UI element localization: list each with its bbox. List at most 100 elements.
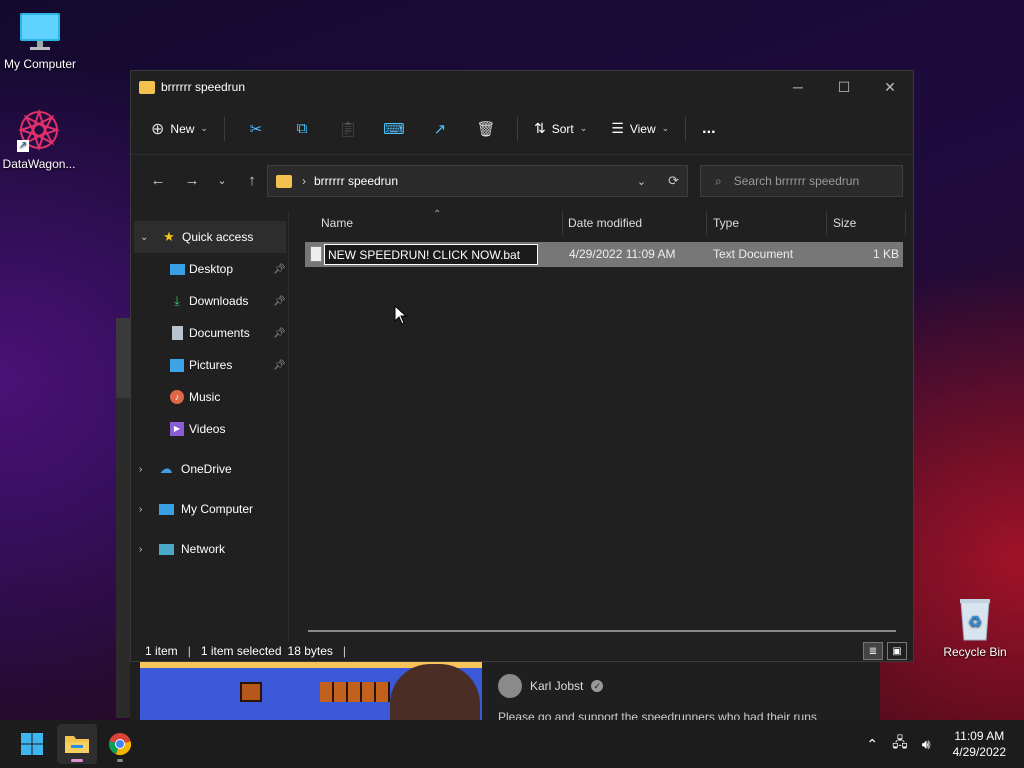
view-button[interactable]: ☰ View ⌄ (603, 114, 677, 143)
title-bar[interactable]: brrrrrr speedrun ─ ☐ ✕ (131, 71, 913, 103)
chevron-right-icon[interactable]: › (139, 464, 142, 475)
column-label: Date modified (568, 216, 643, 230)
desktop-icon-label: DataWagon... (2, 157, 76, 171)
details-view-icon[interactable]: ≣ (863, 642, 883, 660)
chevron-down-icon: ⌄ (200, 123, 208, 133)
copy-button[interactable]: ⧉ (286, 113, 318, 145)
up-button[interactable]: ↑ (235, 165, 269, 195)
desktop-icon-my-computer[interactable]: My Computer (0, 10, 80, 71)
search-placeholder: Search brrrrrr speedrun (733, 174, 860, 188)
desktop-icon-label: Recycle Bin (943, 645, 1007, 659)
navigation-pane: ⌄ ★ Quick access Desktop 📌︎ ⤓ Downloads … (131, 211, 289, 641)
minimize-button[interactable]: ─ (775, 71, 821, 103)
sidebar-item-network[interactable]: › Network (131, 533, 289, 565)
chevron-down-icon: ⌄ (661, 123, 670, 133)
horizontal-scrollbar[interactable] (308, 630, 896, 632)
channel-name[interactable]: Karl Jobst (530, 679, 583, 693)
star-icon: ★ (163, 229, 175, 244)
chevron-down-icon: ⌄ (217, 174, 227, 187)
column-header-date[interactable]: Date modified (568, 211, 706, 235)
selection-count: 1 item selected (200, 644, 282, 658)
pin-icon[interactable]: 📌︎ (273, 296, 286, 307)
plus-circle-icon: ⊕ (151, 120, 165, 138)
sidebar-item-desktop[interactable]: Desktop 📌︎ (131, 253, 289, 285)
network-icon[interactable]: 🖧︎ (892, 732, 908, 756)
maximize-button[interactable]: ☐ (821, 71, 867, 103)
new-label: New (170, 121, 195, 136)
sidebar-item-pictures[interactable]: Pictures 📌︎ (131, 349, 289, 381)
video-thumbnail[interactable] (140, 662, 482, 720)
active-indicator (71, 759, 83, 762)
recent-locations-button[interactable]: ⌄ (209, 165, 235, 195)
chevron-right-icon: › (302, 174, 306, 188)
sidebar-item-quick-access[interactable]: ⌄ ★ Quick access (134, 221, 286, 253)
view-label: View (629, 121, 656, 136)
sort-label: Sort (551, 121, 574, 136)
column-label: Name (321, 216, 354, 230)
taskbar-file-explorer[interactable] (57, 724, 97, 764)
chevron-up-icon[interactable]: ⌃ (866, 736, 878, 753)
back-button[interactable]: ← (141, 165, 175, 195)
rename-button[interactable]: ⌨ (378, 113, 410, 145)
cloud-icon: ☁ (159, 461, 173, 476)
column-header-type[interactable]: Type (713, 211, 825, 235)
sidebar-item-downloads[interactable]: ⤓ Downloads 📌︎ (131, 285, 289, 317)
pin-icon[interactable]: 📌︎ (273, 264, 286, 275)
document-icon (169, 325, 185, 341)
refresh-icon[interactable]: ⟳ (668, 173, 679, 189)
clock[interactable]: 11:09 AM 4/29/2022 (953, 728, 1006, 760)
more-options-button[interactable]: ... (694, 114, 723, 144)
file-size: 1 KB (872, 247, 899, 261)
start-button[interactable] (12, 724, 52, 764)
chevron-right-icon[interactable]: › (139, 544, 142, 555)
search-input[interactable]: ⌕ Search brrrrrr speedrun (700, 165, 903, 197)
chevron-right-icon[interactable]: › (139, 504, 142, 515)
avatar[interactable] (498, 674, 522, 698)
address-bar[interactable]: › brrrrrr speedrun ⌄ ⟳ (267, 165, 688, 197)
copy-icon: ⧉ (296, 120, 308, 137)
network-icon (158, 541, 174, 557)
arrow-up-icon: ↑ (248, 171, 256, 189)
command-bar: ⊕ New ⌄ ✂ ⧉ 📋︎ ⌨ ↗ 🗑︎ ⇅ Sort ⌄ ☰ View ⌄ … (131, 103, 913, 155)
breadcrumb[interactable]: brrrrrr speedrun (314, 174, 398, 188)
delete-button[interactable]: 🗑︎ (470, 113, 502, 145)
mouse-cursor-icon (394, 304, 408, 328)
sidebar-item-music[interactable]: ♪ Music (131, 381, 289, 413)
cut-button[interactable]: ✂ (240, 113, 272, 145)
sidebar-item-onedrive[interactable]: › ☁ OneDrive (131, 453, 289, 485)
chevron-down-icon[interactable]: ⌄ (140, 232, 148, 243)
tiles-view-icon[interactable]: ▣ (887, 642, 907, 660)
background-window-edge (116, 398, 130, 718)
rename-field[interactable] (324, 244, 538, 265)
close-button[interactable]: ✕ (867, 71, 913, 103)
sidebar-item-my-computer[interactable]: › My Computer (131, 493, 289, 525)
forward-button[interactable]: → (175, 165, 209, 195)
sort-button[interactable]: ⇅ Sort ⌄ (526, 114, 595, 143)
desktop-icon-recycle-bin[interactable]: ♻ Recycle Bin (935, 596, 1015, 659)
background-browser-window: Karl Jobst ✓ Please go and support the s… (130, 662, 880, 720)
sidebar-item-videos[interactable]: ▶ Videos (131, 413, 289, 445)
folder-icon (276, 174, 292, 188)
column-header-size[interactable]: Size (833, 211, 903, 235)
download-icon: ⤓ (174, 293, 180, 308)
verified-icon: ✓ (591, 680, 604, 692)
sidebar-item-documents[interactable]: Documents 📌︎ (131, 317, 289, 349)
folder-icon (65, 736, 89, 753)
paste-button[interactable]: 📋︎ (332, 113, 364, 145)
clock-date: 4/29/2022 (952, 745, 1006, 759)
taskbar-chrome[interactable] (100, 724, 140, 764)
sidebar-item-label: Quick access (182, 230, 254, 244)
chevron-down-icon[interactable]: ⌄ (637, 175, 646, 188)
search-icon: ⌕ (715, 173, 722, 188)
more-label: ... (702, 119, 716, 137)
pin-icon[interactable]: 📌︎ (273, 360, 286, 371)
column-label: Type (713, 216, 740, 230)
arrow-right-icon: → (184, 171, 200, 189)
share-button[interactable]: ↗ (424, 113, 456, 145)
file-row[interactable]: 4/29/2022 11:09 AM Text Document 1 KB (305, 242, 903, 267)
window-title: brrrrrr speedrun (161, 80, 246, 94)
desktop-icon-datawagon[interactable]: ↗ DataWagon... (0, 106, 79, 171)
pin-icon[interactable]: 📌︎ (273, 328, 286, 339)
new-button[interactable]: ⊕ New ⌄ (143, 113, 216, 145)
volume-icon[interactable]: 🔊︎ (922, 736, 931, 753)
